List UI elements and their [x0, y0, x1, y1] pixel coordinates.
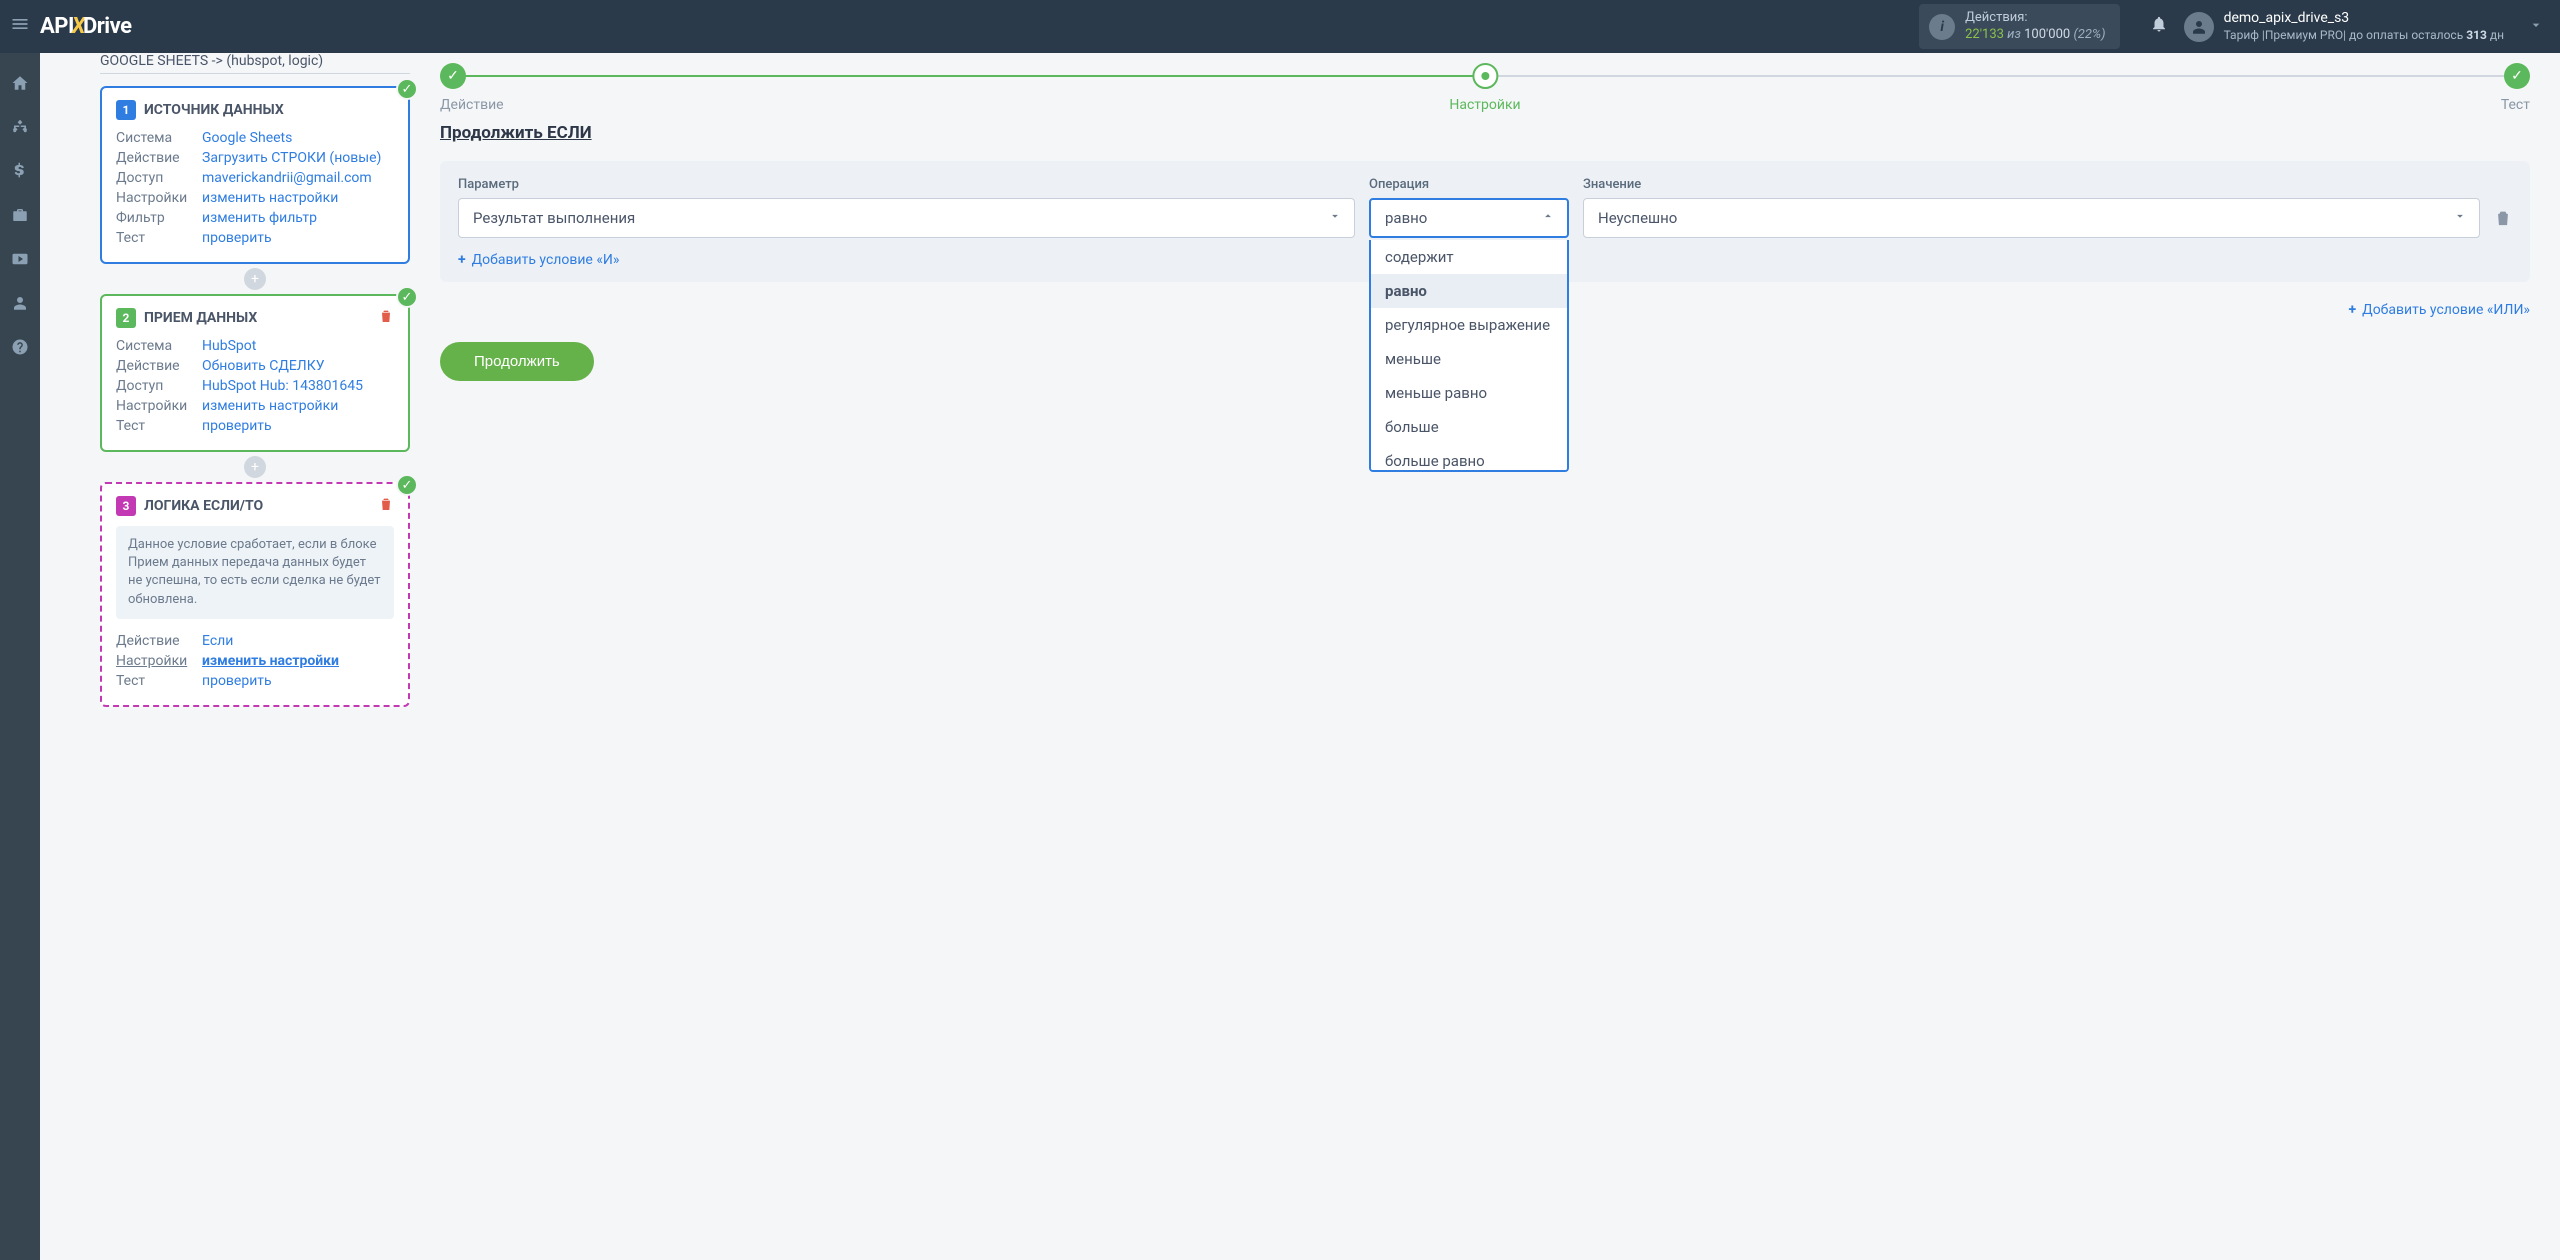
step-test[interactable]: Тест — [2501, 63, 2530, 113]
nav-help-icon[interactable] — [0, 327, 40, 367]
source-settings-link[interactable]: изменить настройки — [202, 190, 338, 206]
add-step-button[interactable]: + — [244, 268, 266, 290]
side-nav-rail — [0, 53, 40, 1260]
user-name: demo_apix_drive_s3 — [2224, 10, 2504, 28]
flow-sidebar: GOOGLE SHEETS -> (hubspot, logic) ✓ 1ИСТ… — [40, 53, 440, 1260]
continue-button[interactable]: Продолжить — [440, 342, 594, 381]
chevron-down-icon[interactable] — [2528, 17, 2544, 37]
dropdown-option[interactable]: меньше — [1371, 342, 1567, 376]
actions-label: Действия: — [1965, 10, 2105, 26]
logic-settings-link[interactable]: изменить настройки — [202, 653, 339, 669]
section-title: Продолжить ЕСЛИ — [440, 123, 2530, 143]
top-header: APIXDrive i Действия: 22'133 из 100'000 … — [0, 0, 2560, 53]
dest-test-link[interactable]: проверить — [202, 418, 272, 434]
nav-video-icon[interactable] — [0, 239, 40, 279]
source-system-link[interactable]: Google Sheets — [202, 130, 292, 146]
condition-panel: Параметр Результат выполнения Операция р… — [440, 161, 2530, 282]
delete-card-button[interactable] — [378, 308, 394, 328]
source-access-link[interactable]: maverickandrii@gmail.com — [202, 170, 372, 186]
actions-counter-badge[interactable]: i Действия: 22'133 из 100'000 (22%) — [1919, 4, 2119, 49]
remove-condition-button[interactable] — [2494, 198, 2512, 238]
user-menu[interactable]: demo_apix_drive_s3 Тариф |Премиум PRO| д… — [2184, 10, 2504, 43]
dest-settings-link[interactable]: изменить настройки — [202, 398, 338, 414]
plan-info: Тариф |Премиум PRO| до оплаты осталось 3… — [2224, 28, 2504, 43]
hamburger-menu-button[interactable] — [0, 14, 40, 39]
operation-label: Операция — [1369, 177, 1569, 192]
value-label: Значение — [1583, 177, 2480, 192]
dropdown-option[interactable]: содержит — [1371, 240, 1567, 274]
main-content: Действие Настройки Тест Продолжить ЕСЛИ … — [440, 53, 2560, 1260]
card-logic: ✓ 3ЛОГИКА ЕСЛИ/ТО Данное условие сработа… — [100, 482, 410, 707]
step-settings[interactable]: Настройки — [1449, 63, 1520, 113]
card-source: ✓ 1ИСТОЧНИК ДАННЫХ СистемаGoogle Sheets … — [100, 86, 410, 264]
notifications-bell-icon[interactable] — [2150, 15, 2168, 38]
chevron-up-icon — [1541, 209, 1555, 227]
dest-system-link[interactable]: HubSpot — [202, 338, 256, 354]
operation-select[interactable]: равно содержит равно регулярное выражени… — [1369, 198, 1569, 238]
nav-briefcase-icon[interactable] — [0, 195, 40, 235]
source-test-link[interactable]: проверить — [202, 230, 272, 246]
nav-connections-icon[interactable] — [0, 107, 40, 147]
dropdown-option[interactable]: меньше равно — [1371, 376, 1567, 410]
parameter-select[interactable]: Результат выполнения — [458, 198, 1355, 238]
dropdown-option[interactable]: больше — [1371, 410, 1567, 444]
check-icon: ✓ — [396, 474, 418, 496]
operation-dropdown: содержит равно регулярное выражение мень… — [1369, 240, 1569, 472]
dest-access-link[interactable]: HubSpot Hub: 143801645 — [202, 378, 363, 394]
logic-action-link[interactable]: Если — [202, 633, 233, 649]
check-icon: ✓ — [396, 286, 418, 308]
source-filter-link[interactable]: изменить фильтр — [202, 210, 317, 226]
dropdown-option[interactable]: равно — [1371, 274, 1567, 308]
info-icon: i — [1929, 14, 1955, 40]
avatar — [2184, 12, 2214, 42]
stepper: Действие Настройки Тест — [440, 63, 2530, 123]
logo[interactable]: APIXDrive — [40, 14, 132, 39]
chevron-down-icon — [2453, 209, 2467, 227]
chevron-down-icon — [1328, 209, 1342, 227]
dest-action-link[interactable]: Обновить СДЕЛКУ — [202, 358, 325, 374]
add-and-condition-link[interactable]: +Добавить условие «И» — [458, 252, 619, 268]
param-label: Параметр — [458, 177, 1355, 192]
source-action-link[interactable]: Загрузить СТРОКИ (новые) — [202, 150, 381, 166]
value-select[interactable]: Неуспешно — [1583, 198, 2480, 238]
nav-billing-icon[interactable] — [0, 151, 40, 191]
flow-title: GOOGLE SHEETS -> (hubspot, logic) — [100, 53, 410, 74]
dropdown-option[interactable]: регулярное выражение — [1371, 308, 1567, 342]
step-action[interactable]: Действие — [440, 63, 504, 113]
logic-info-text: Данное условие сработает, если в блоке П… — [116, 526, 394, 619]
check-icon: ✓ — [396, 78, 418, 100]
nav-home-icon[interactable] — [0, 63, 40, 103]
add-step-button[interactable]: + — [244, 456, 266, 478]
delete-card-button[interactable] — [378, 496, 394, 516]
nav-profile-icon[interactable] — [0, 283, 40, 323]
logic-test-link[interactable]: проверить — [202, 673, 272, 689]
dropdown-option[interactable]: больше равно — [1371, 444, 1567, 472]
card-destination: ✓ 2ПРИЕМ ДАННЫХ СистемаHubSpot ДействиеО… — [100, 294, 410, 452]
